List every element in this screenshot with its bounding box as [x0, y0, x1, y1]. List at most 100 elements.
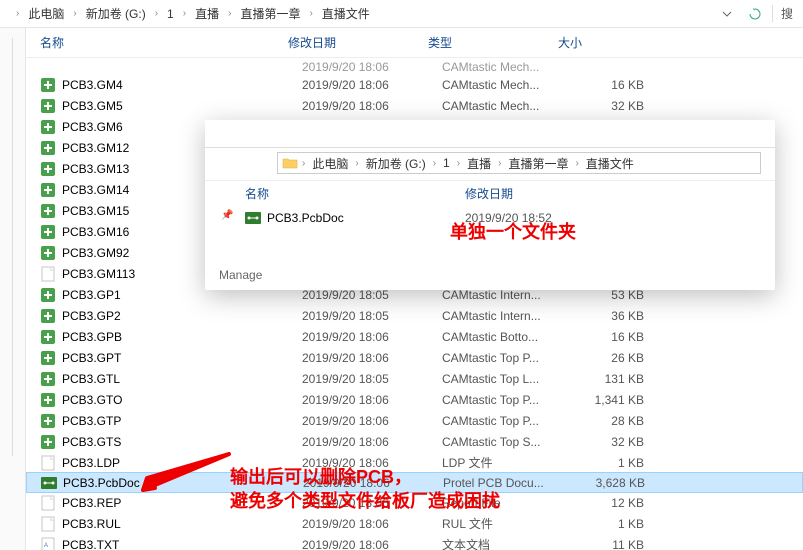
back-icon: [223, 153, 243, 173]
refresh-button[interactable]: [744, 3, 766, 25]
file-row[interactable]: PCB3.GPB2019/9/20 18:06CAMtastic Botto..…: [26, 326, 803, 347]
search-hint[interactable]: 搜: [772, 5, 793, 22]
breadcrumb-segment[interactable]: 1: [164, 5, 177, 23]
file-name: PCB3.GPB: [62, 330, 122, 344]
camt-file-icon: [40, 140, 56, 156]
generic-file-icon: [40, 495, 56, 511]
file-size: 32 KB: [572, 99, 662, 113]
camt-file-icon: [40, 308, 56, 324]
breadcrumb-segment[interactable]: 此电脑: [25, 3, 67, 24]
camt-file-icon: [40, 287, 56, 303]
camt-file-icon: [40, 224, 56, 240]
file-row[interactable]: PCB3.RUL2019/9/20 18:06RUL 文件1 KB: [26, 513, 803, 534]
svg-text:A: A: [44, 543, 48, 549]
file-size: 26 KB: [572, 351, 662, 365]
breadcrumb-segment[interactable]: 新加卷 (G:): [83, 3, 149, 24]
folder-icon: [282, 155, 298, 171]
file-name: PCB3.GP1: [62, 288, 121, 302]
camt-file-icon: [40, 77, 56, 93]
overlay-file-name: PCB3.PcbDoc: [267, 211, 344, 225]
pin-icon: 📌: [221, 210, 233, 221]
file-date: 2019/9/20 18:06: [302, 393, 442, 407]
pcb-file-icon: [41, 475, 57, 491]
header-size[interactable]: 大小: [558, 34, 648, 51]
generic-file-icon: [40, 266, 56, 282]
file-name: PCB3.REP: [62, 496, 121, 510]
file-name: PCB3.GM5: [62, 99, 123, 113]
file-row[interactable]: PCB3.GP22019/9/20 18:05CAMtastic Intern.…: [26, 305, 803, 326]
file-row[interactable]: PCB3.PcbDoc2019/9/20 18:06Protel PCB Doc…: [26, 472, 803, 493]
file-row[interactable]: PCB3.GTP 2019/9/20 18:06CAMtastic Top P..…: [26, 410, 803, 431]
chevron-right-icon: ›: [153, 8, 160, 19]
camt-file-icon: [40, 371, 56, 387]
file-row[interactable]: PCB3.GM42019/9/20 18:06CAMtastic Mech...…: [26, 74, 803, 95]
file-size: 11 KB: [572, 538, 662, 550]
generic-file-icon: [40, 516, 56, 532]
file-size: 1,341 KB: [572, 393, 662, 407]
overlay-header-name: 名称: [245, 185, 465, 202]
nav-sidebar: [0, 28, 26, 550]
file-type: CAMtastic Top S...: [442, 435, 572, 449]
file-name: PCB3.TXT: [62, 538, 119, 550]
camt-file-icon: [40, 434, 56, 450]
file-type: Protel PCB Docu...: [443, 476, 573, 490]
file-type: CAMtastic Top P...: [442, 393, 572, 407]
address-bar[interactable]: › 此电脑 › 新加卷 (G:) › 1 › 直播 › 直播第一章 › 直播文件…: [0, 0, 803, 28]
file-row-partial: 2019/9/20 18:06 CAMtastic Mech...: [26, 60, 803, 74]
pcb-file-icon: [245, 210, 261, 226]
file-name: PCB3.GM13: [62, 162, 129, 176]
camt-file-icon: [40, 203, 56, 219]
breadcrumb-segment[interactable]: 直播第一章: [237, 3, 303, 24]
file-name: PCB3.GTS: [62, 435, 121, 449]
file-row[interactable]: PCB3.GM52019/9/20 18:06CAMtastic Mech...…: [26, 95, 803, 116]
file-date: 2019/9/20 18:06: [302, 435, 442, 449]
file-name: PCB3.GM16: [62, 225, 129, 239]
file-row[interactable]: PCB3.LDP2019/9/20 18:06LDP 文件1 KB: [26, 452, 803, 473]
file-name: PCB3.GM92: [62, 246, 129, 260]
camt-file-icon: [40, 119, 56, 135]
header-date[interactable]: 修改日期: [288, 34, 428, 51]
breadcrumb-segment[interactable]: 直播文件: [319, 3, 373, 24]
camt-file-icon: [40, 182, 56, 198]
file-size: 3,628 KB: [573, 476, 663, 490]
file-date: 2019/9/20 18:06: [302, 517, 442, 531]
file-row[interactable]: PCB3.GPT2019/9/20 18:06CAMtastic Top P..…: [26, 347, 803, 368]
file-date: 2019/9/20 18:05: [302, 372, 442, 386]
overlay-explorer: ›此电脑 ›新加卷 (G:) ›1 ›直播 ›直播第一章 ›直播文件 📌 名称 …: [205, 120, 775, 290]
file-size: 12 KB: [572, 496, 662, 510]
breadcrumb-segment[interactable]: 直播: [192, 3, 222, 24]
overlay-file-date: 2019/9/20 18:52: [465, 211, 552, 225]
camt-file-icon: [40, 413, 56, 429]
camt-file-icon: [40, 161, 56, 177]
file-name: PCB3.GTL: [62, 372, 120, 386]
file-type: CAMtastic Mech...: [442, 78, 572, 92]
file-date: 2019/9/20 18:06: [302, 496, 442, 510]
generic-file-icon: [40, 455, 56, 471]
camt-file-icon: [40, 98, 56, 114]
file-name: PCB3.GTP: [62, 414, 121, 428]
file-type: CAMtastic Intern...: [442, 309, 572, 323]
file-name: PCB3.GM15: [62, 204, 129, 218]
header-type[interactable]: 类型: [428, 34, 558, 51]
file-row[interactable]: PCB3.GTS 2019/9/20 18:06CAMtastic Top S..…: [26, 431, 803, 452]
overlay-file-row: PCB3.PcbDoc 2019/9/20 18:52: [205, 206, 775, 230]
dropdown-button[interactable]: [716, 3, 738, 25]
overlay-bottom-text: Manage: [219, 268, 262, 282]
file-name: PCB3.LDP: [62, 456, 120, 470]
file-type: 文本文档: [442, 536, 572, 550]
file-size: 16 KB: [572, 78, 662, 92]
camt-file-icon: [40, 392, 56, 408]
file-date: 2019/9/20 18:06: [302, 414, 442, 428]
header-name[interactable]: 名称: [26, 34, 288, 51]
up-icon: [245, 153, 265, 173]
file-row[interactable]: PCB3.REP2019/9/20 18:06Report File12 KB: [26, 492, 803, 513]
file-type: CAMtastic Top P...: [442, 414, 572, 428]
file-date: 2019/9/20 18:06: [302, 456, 442, 470]
column-headers[interactable]: 名称 修改日期 类型 大小: [26, 28, 803, 58]
file-row[interactable]: APCB3.TXT2019/9/20 18:06文本文档11 KB: [26, 534, 803, 550]
file-row[interactable]: PCB3.GTO2019/9/20 18:06CAMtastic Top P..…: [26, 389, 803, 410]
file-type: LDP 文件: [442, 454, 572, 471]
file-date: 2019/9/20 18:06: [302, 99, 442, 113]
file-row[interactable]: PCB3.GTL2019/9/20 18:05CAMtastic Top L..…: [26, 368, 803, 389]
file-name: PCB3.GP2: [62, 309, 121, 323]
